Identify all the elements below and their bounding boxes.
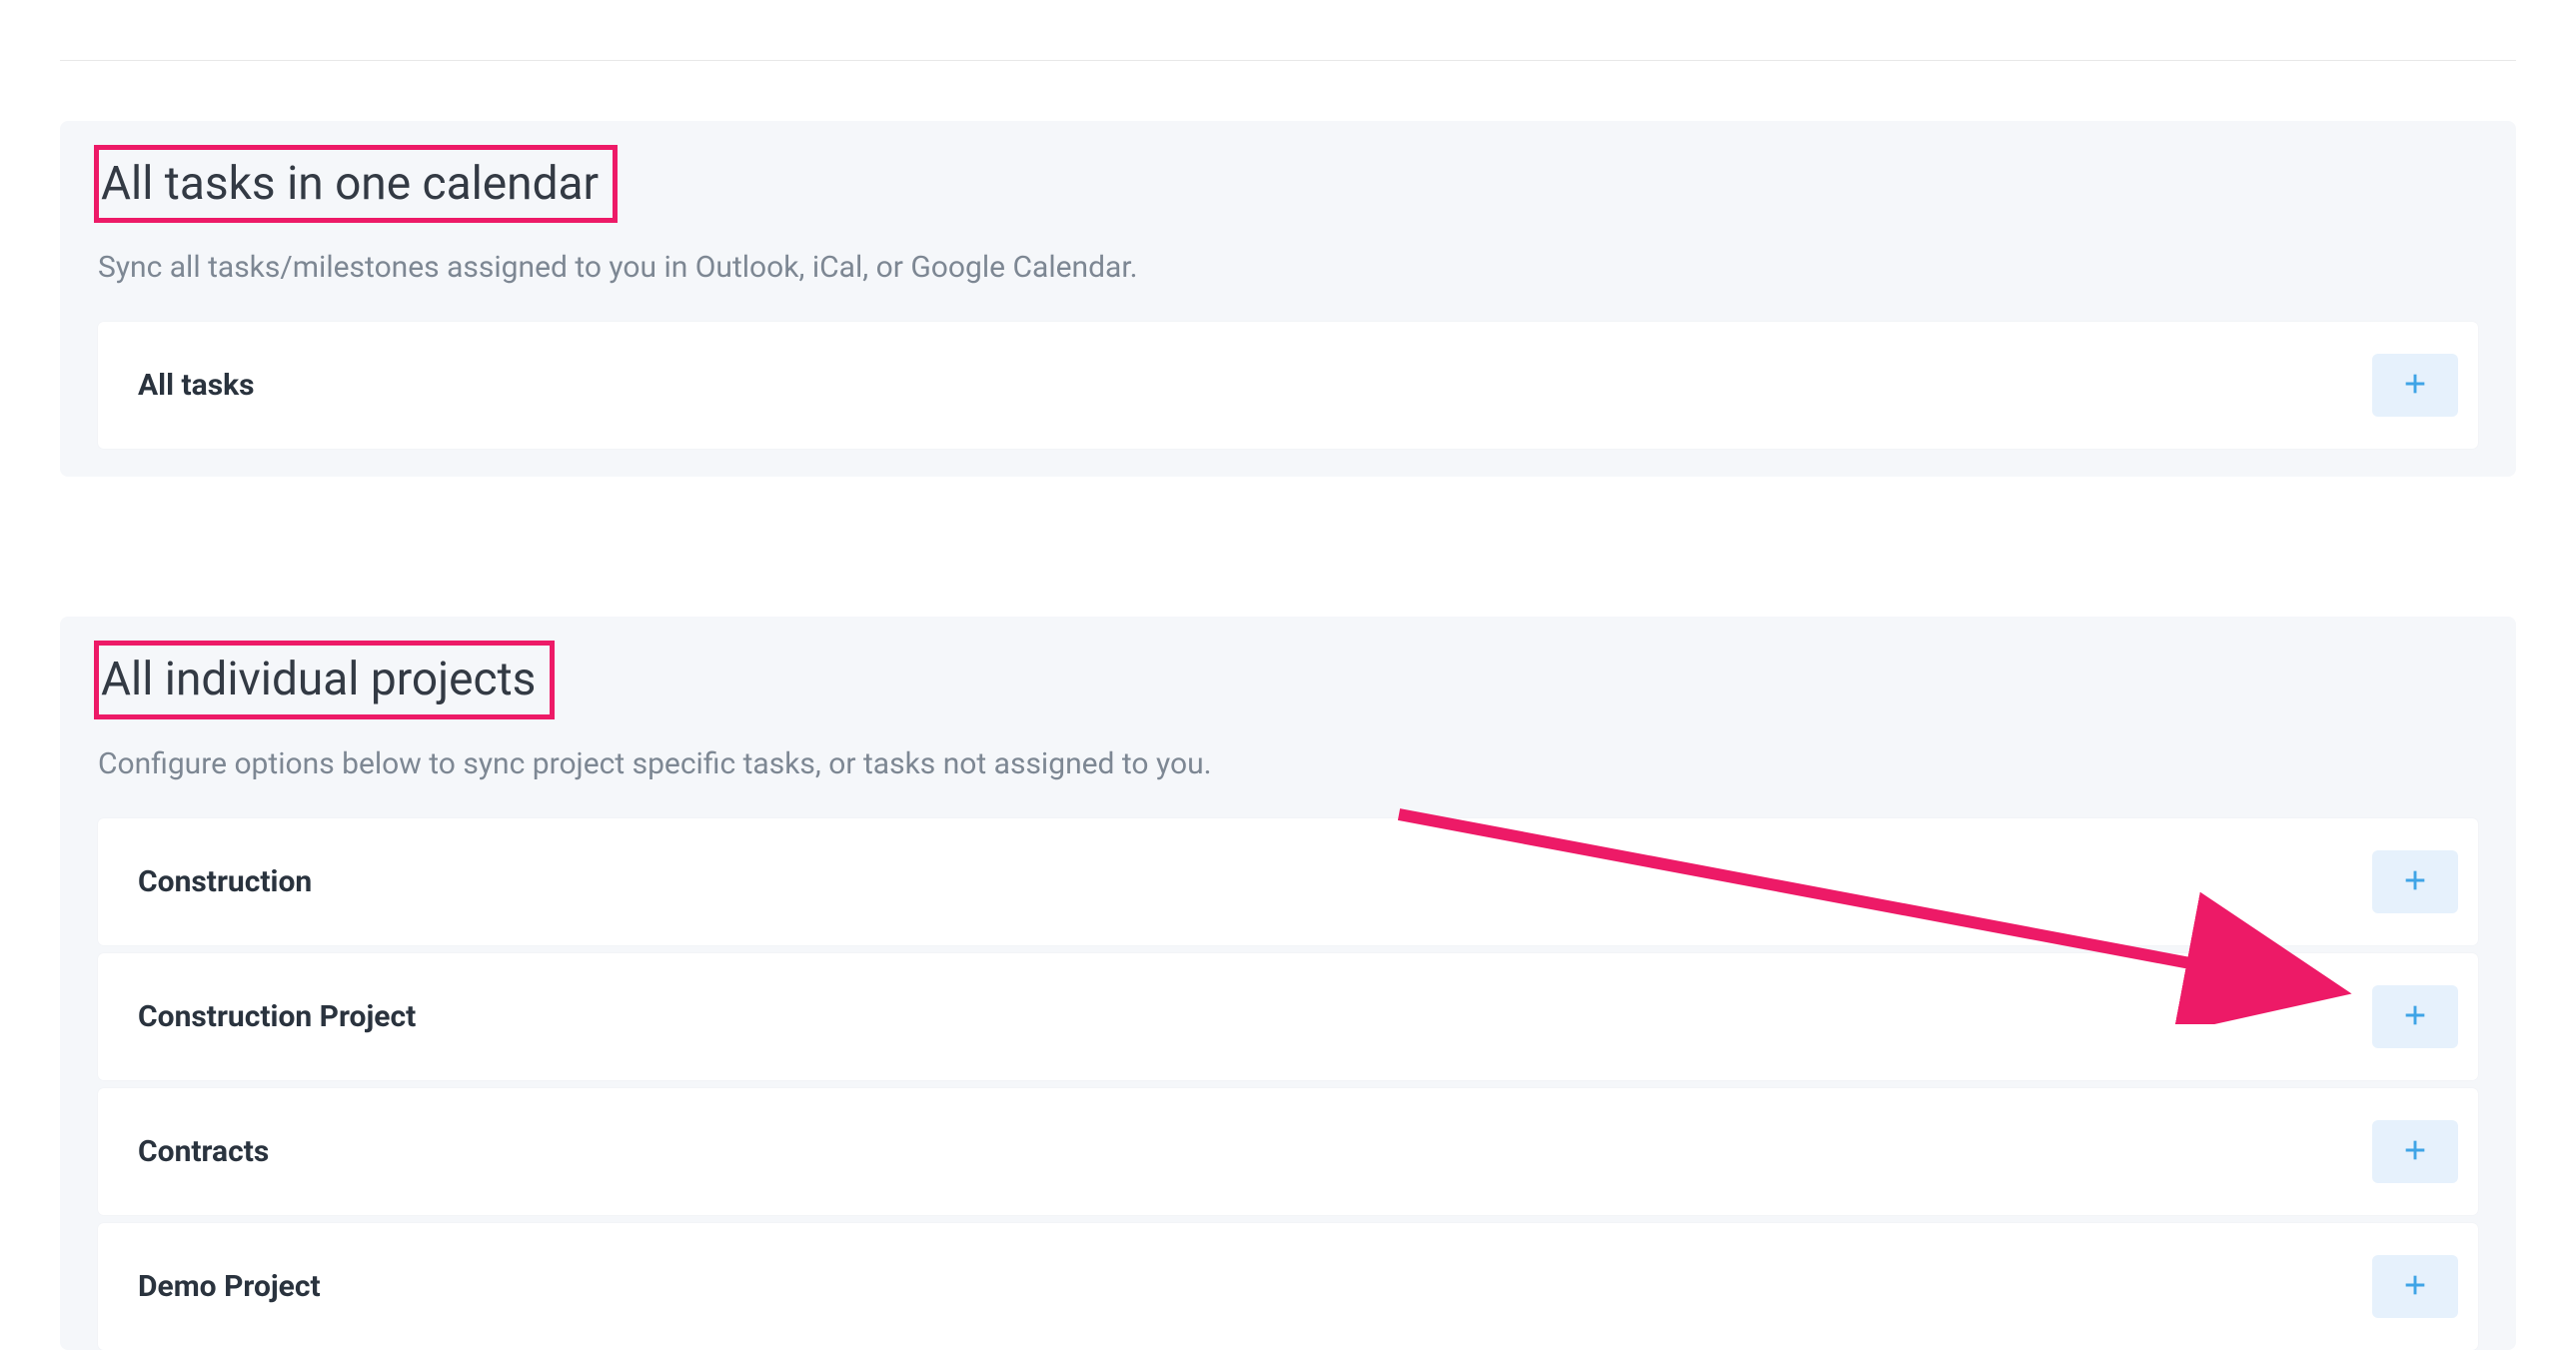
row-label: All tasks	[138, 368, 255, 403]
section-header: All individual projects Configure option…	[98, 645, 2478, 785]
expand-button-demo-project[interactable]	[2372, 1255, 2458, 1318]
row-construction[interactable]: Construction	[98, 818, 2478, 945]
page-wrap: All tasks in one calendar Sync all tasks…	[60, 60, 2516, 1350]
section-all-tasks: All tasks in one calendar Sync all tasks…	[60, 121, 2516, 477]
plus-icon	[2401, 1001, 2429, 1032]
section-header: All tasks in one calendar Sync all tasks…	[98, 149, 2478, 290]
row-label: Demo Project	[138, 1269, 321, 1304]
row-label: Construction Project	[138, 999, 416, 1034]
row-label: Contracts	[138, 1134, 269, 1169]
expand-button-contracts[interactable]	[2372, 1120, 2458, 1183]
plus-icon	[2401, 866, 2429, 897]
expand-button-construction[interactable]	[2372, 850, 2458, 913]
expand-button-construction-project[interactable]	[2372, 985, 2458, 1048]
expand-button-all-tasks[interactable]	[2372, 354, 2458, 417]
section-description: Configure options below to sync project …	[98, 741, 2478, 786]
section-individual-projects: All individual projects Configure option…	[60, 617, 2516, 1349]
row-all-tasks[interactable]: All tasks	[98, 322, 2478, 449]
plus-icon	[2401, 370, 2429, 401]
plus-icon	[2401, 1271, 2429, 1302]
section-title-individual-projects: All individual projects	[94, 641, 555, 718]
top-divider	[60, 60, 2516, 61]
row-label: Construction	[138, 864, 312, 899]
plus-icon	[2401, 1136, 2429, 1167]
row-contracts[interactable]: Contracts	[98, 1088, 2478, 1215]
section-description: Sync all tasks/milestones assigned to yo…	[98, 245, 2478, 290]
section-title-all-tasks: All tasks in one calendar	[94, 145, 618, 223]
row-construction-project[interactable]: Construction Project	[98, 953, 2478, 1080]
